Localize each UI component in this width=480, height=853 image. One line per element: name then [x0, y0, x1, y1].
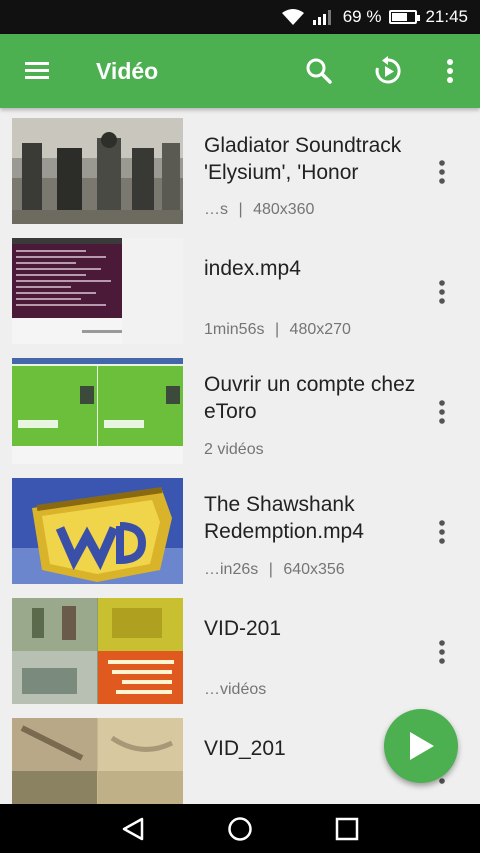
- video-list: Gladiator Soundtrack 'Elysium', 'Honor H…: [0, 108, 480, 804]
- navigation-bar: [0, 804, 480, 853]
- more-options-icon[interactable]: [428, 518, 456, 546]
- home-icon[interactable]: [227, 816, 253, 842]
- video-item[interactable]: VID-201 …vidéos: [0, 588, 480, 708]
- video-meta: 2 vidéos: [204, 441, 264, 459]
- page-title: Vidéo: [96, 58, 159, 84]
- video-item[interactable]: Gladiator Soundtrack 'Elysium', 'Honor H…: [0, 108, 480, 228]
- back-icon[interactable]: [120, 816, 146, 842]
- resume-playback-icon[interactable]: [372, 55, 404, 87]
- play-icon: [410, 732, 434, 760]
- battery-percent: 69 %: [342, 7, 382, 26]
- video-item[interactable]: Ouvrir un compte chez eToro 2 vidéos: [0, 348, 480, 468]
- overflow-menu-icon[interactable]: [434, 55, 466, 87]
- video-item[interactable]: The Shawshank Redemption.mp4 …in26s | 64…: [0, 468, 480, 588]
- video-item[interactable]: index.mp4 1min56s | 480x270: [0, 228, 480, 348]
- video-duration: 1min56s: [204, 321, 265, 338]
- video-title: Gladiator Soundtrack 'Elysium', 'Honor H…: [204, 134, 402, 184]
- video-meta: …vidéos: [204, 681, 266, 699]
- meta-separator: |: [238, 201, 243, 218]
- recents-icon[interactable]: [334, 816, 360, 842]
- video-title: index.mp4: [204, 257, 301, 280]
- video-meta: …s | 480x360: [204, 201, 314, 219]
- status-bar: 69 % 21:45: [0, 0, 480, 34]
- video-duration: …in26s: [204, 561, 259, 578]
- video-duration: 2 vidéos: [204, 441, 264, 458]
- app-bar: Vidéo: [0, 34, 480, 108]
- video-thumbnail: [12, 478, 183, 584]
- search-icon[interactable]: [303, 55, 335, 87]
- video-thumbnail: [12, 358, 183, 464]
- video-title: VID-201: [204, 617, 282, 640]
- more-options-icon[interactable]: [428, 278, 456, 306]
- battery-level: [392, 13, 408, 21]
- meta-separator: |: [268, 561, 273, 578]
- video-resolution: 480x360: [253, 201, 315, 218]
- video-title: Ouvrir un compte chez eToro: [204, 373, 416, 423]
- battery-icon: [389, 10, 421, 24]
- video-resolution: 640x356: [283, 561, 345, 578]
- video-thumbnail: [12, 238, 183, 344]
- video-thumbnail: [12, 718, 183, 804]
- meta-separator: |: [274, 321, 280, 338]
- video-title: The Shawshank Redemption.mp4: [204, 493, 364, 543]
- more-options-icon[interactable]: [428, 158, 456, 186]
- video-thumbnail: [12, 118, 183, 224]
- video-duration: …vidéos: [204, 681, 267, 698]
- status-icons: 69 % 21:45: [281, 0, 468, 34]
- wifi-icon: [281, 9, 304, 25]
- clock: 21:45: [425, 7, 468, 26]
- more-options-icon[interactable]: [428, 398, 456, 426]
- video-resolution: 480x270: [289, 321, 351, 338]
- video-meta: …in26s | 640x356: [204, 561, 345, 579]
- video-thumbnail: [12, 598, 183, 704]
- play-all-button[interactable]: [384, 709, 458, 783]
- more-options-icon[interactable]: [428, 638, 456, 666]
- video-meta: 1min56s | 480x270: [204, 321, 351, 339]
- hamburger-menu-icon[interactable]: [22, 56, 52, 86]
- video-duration: …s: [204, 201, 228, 218]
- signal-icon: [312, 10, 331, 25]
